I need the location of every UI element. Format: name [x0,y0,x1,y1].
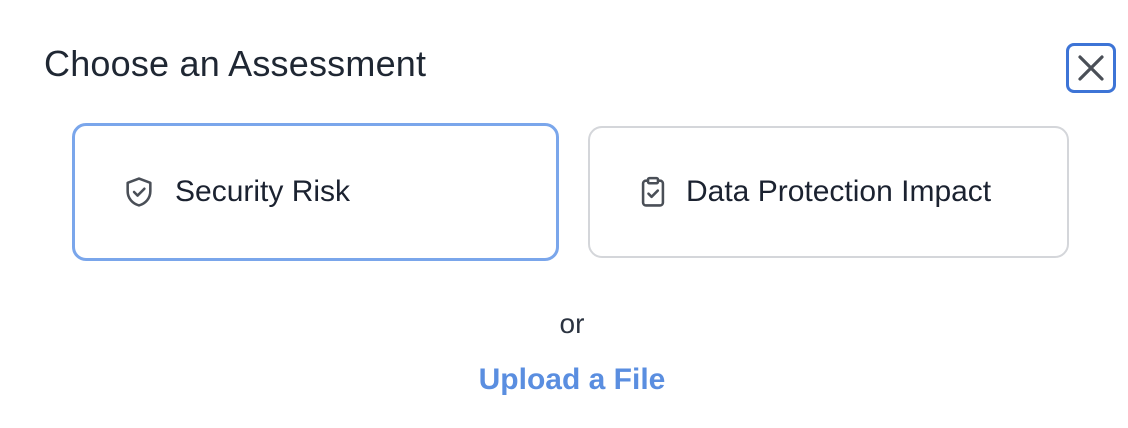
or-divider-text: or [559,308,585,339]
option-security-risk[interactable]: Security Risk [72,123,559,261]
modal-title: Choose an Assessment [44,43,427,84]
clipboard-check-icon [636,174,672,210]
close-icon [1078,55,1104,81]
option-label: Data Protection Impact [686,175,992,208]
option-label: Security Risk [175,175,351,208]
choose-assessment-modal: Choose an Assessment Security Risk Data … [0,0,1128,428]
shield-check-icon [122,174,158,210]
upload-file-link[interactable]: Upload a File [0,360,1128,400]
close-button[interactable] [1066,43,1116,93]
option-data-protection-impact[interactable]: Data Protection Impact [588,126,1069,258]
